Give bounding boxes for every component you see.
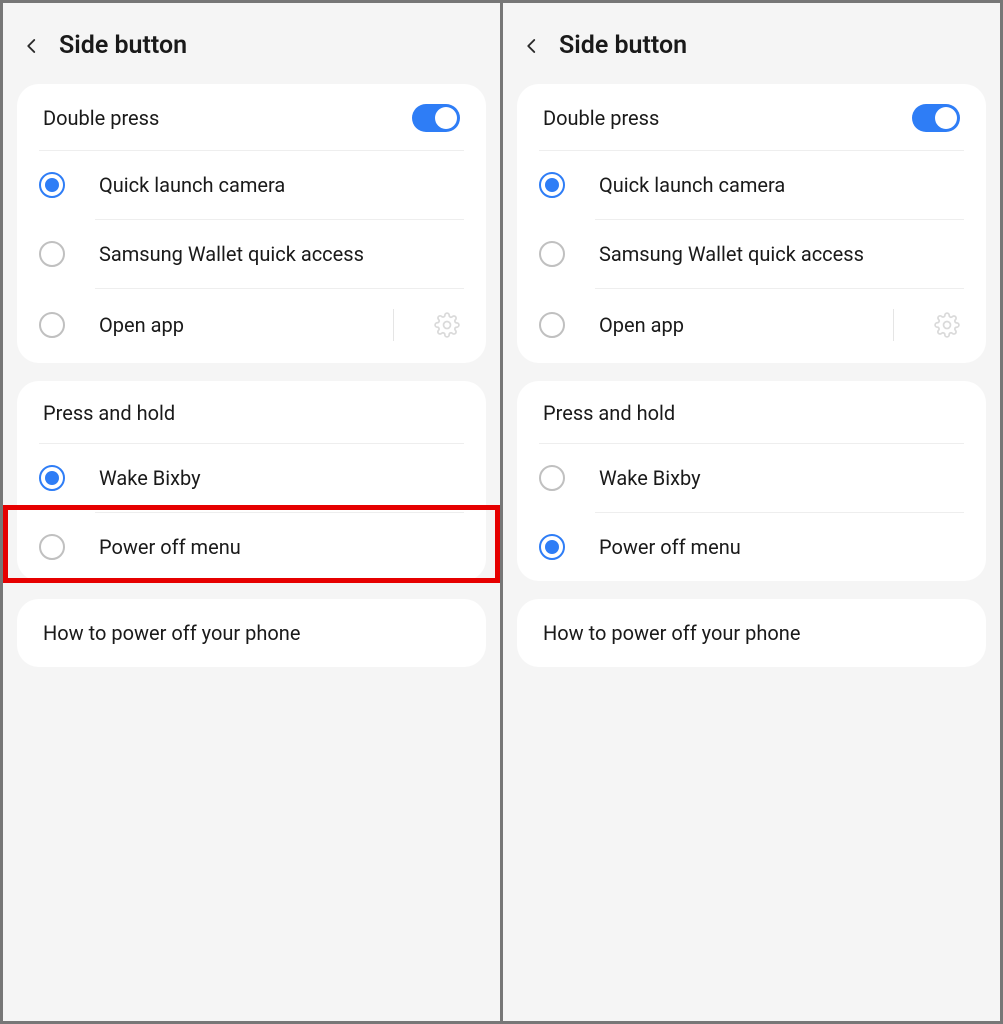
double-press-label: Double press [543,106,659,130]
radio-samsung-wallet[interactable]: Samsung Wallet quick access [595,220,964,289]
radio-icon [539,172,565,198]
radio-icon [539,241,565,267]
press-hold-header: Press and hold [39,381,464,444]
double-press-header: Double press [39,84,464,151]
double-press-header: Double press [539,84,964,151]
press-hold-card: Press and hold Wake Bixby Power off menu [517,381,986,581]
screen-right: Side button Double press Quick launch ca… [503,3,1000,1021]
radio-label: Samsung Wallet quick access [599,242,960,266]
radio-label: Wake Bixby [99,466,460,490]
radio-power-off-menu[interactable]: Power off menu [595,513,964,581]
radio-power-off-menu[interactable]: Power off menu [95,513,464,581]
page-title: Side button [559,31,687,60]
radio-samsung-wallet[interactable]: Samsung Wallet quick access [95,220,464,289]
howto-label: How to power off your phone [543,621,800,645]
radio-wake-bixby[interactable]: Wake Bixby [95,444,464,513]
press-hold-header: Press and hold [539,381,964,444]
radio-label: Quick launch camera [99,173,460,197]
radio-icon [39,241,65,267]
radio-label: Open app [99,313,363,337]
gear-icon[interactable] [934,312,960,338]
double-press-toggle[interactable] [912,104,960,132]
screen-left: Side button Double press Quick launch ca… [3,3,500,1021]
double-press-toggle[interactable] [412,104,460,132]
radio-icon [39,534,65,560]
press-hold-label: Press and hold [543,401,675,425]
gear-icon[interactable] [434,312,460,338]
radio-icon [539,534,565,560]
radio-icon [539,312,565,338]
radio-icon [39,172,65,198]
radio-label: Power off menu [99,535,460,559]
radio-label: Wake Bixby [599,466,960,490]
press-hold-card: Press and hold Wake Bixby Power off menu [17,381,486,581]
radio-wake-bixby[interactable]: Wake Bixby [595,444,964,513]
double-press-card: Double press Quick launch camera Samsung… [17,84,486,363]
radio-label: Samsung Wallet quick access [99,242,460,266]
press-hold-label: Press and hold [43,401,175,425]
howto-card[interactable]: How to power off your phone [17,599,486,667]
back-icon[interactable] [23,32,41,60]
divider [893,309,894,341]
double-press-card: Double press Quick launch camera Samsung… [517,84,986,363]
page-title: Side button [59,31,187,60]
back-icon[interactable] [523,32,541,60]
radio-icon [39,312,65,338]
radio-open-app[interactable]: Open app [95,289,464,363]
header: Side button [3,3,500,84]
howto-label: How to power off your phone [43,621,300,645]
radio-label: Power off menu [599,535,960,559]
radio-quick-launch-camera[interactable]: Quick launch camera [595,151,964,220]
radio-open-app[interactable]: Open app [595,289,964,363]
double-press-label: Double press [43,106,159,130]
radio-icon [539,465,565,491]
header: Side button [503,3,1000,84]
radio-label: Open app [599,313,863,337]
radio-icon [39,465,65,491]
divider [393,309,394,341]
radio-label: Quick launch camera [599,173,960,197]
radio-quick-launch-camera[interactable]: Quick launch camera [95,151,464,220]
howto-card[interactable]: How to power off your phone [517,599,986,667]
